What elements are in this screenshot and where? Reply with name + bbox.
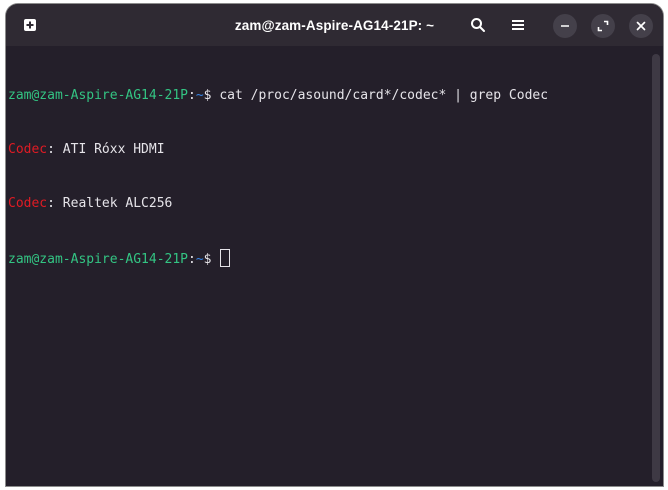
- prompt-user-host: zam@zam-Aspire-AG14-21P: [8, 252, 189, 267]
- command-text: cat /proc/asound/card*/codec* | grep Cod…: [219, 88, 549, 103]
- hamburger-menu-icon: [512, 20, 524, 30]
- prompt-line: zam@zam-Aspire-AG14-21P:~$: [8, 249, 548, 267]
- search-icon: [471, 18, 485, 32]
- prompt-path: ~: [195, 88, 204, 103]
- minimize-icon: [561, 25, 569, 27]
- search-button[interactable]: [464, 12, 492, 38]
- new-tab-icon: [24, 19, 36, 31]
- minimize-button[interactable]: [553, 14, 577, 38]
- close-icon: [636, 21, 646, 31]
- grep-match: Codec: [8, 142, 48, 157]
- text-cursor: [220, 249, 231, 267]
- output-text: : Realtek ALC256: [47, 196, 173, 211]
- prompt-symbol: $: [203, 252, 220, 267]
- command-line: zam@zam-Aspire-AG14-21P:~$ cat /proc/aso…: [8, 87, 548, 105]
- maximize-button[interactable]: [591, 14, 615, 38]
- prompt-symbol: $: [203, 88, 220, 103]
- main-menu-button[interactable]: [504, 12, 532, 38]
- headerbar: zam@zam-Aspire-AG14-21P: ~: [6, 4, 663, 46]
- prompt-path: ~: [195, 252, 204, 267]
- output-text: : ATI Róxx HDMI: [47, 142, 165, 157]
- maximize-icon: [597, 20, 609, 32]
- terminal-window: zam@zam-Aspire-AG14-21P: ~ zam@zam-Aspir…: [6, 4, 663, 486]
- close-button[interactable]: [629, 14, 653, 38]
- prompt-separator: :: [188, 88, 196, 103]
- terminal-output: zam@zam-Aspire-AG14-21P:~$ cat /proc/aso…: [8, 51, 548, 303]
- window-title: zam@zam-Aspire-AG14-21P: ~: [234, 17, 435, 33]
- scrollbar[interactable]: [652, 54, 660, 482]
- prompt-user-host: zam@zam-Aspire-AG14-21P: [8, 88, 189, 103]
- output-line: Codec: Realtek ALC256: [8, 195, 548, 213]
- terminal-view[interactable]: zam@zam-Aspire-AG14-21P:~$ cat /proc/aso…: [6, 46, 663, 486]
- prompt-separator: :: [188, 252, 196, 267]
- grep-match: Codec: [8, 196, 48, 211]
- output-line: Codec: ATI Róxx HDMI: [8, 141, 548, 159]
- new-tab-button[interactable]: [16, 12, 44, 38]
